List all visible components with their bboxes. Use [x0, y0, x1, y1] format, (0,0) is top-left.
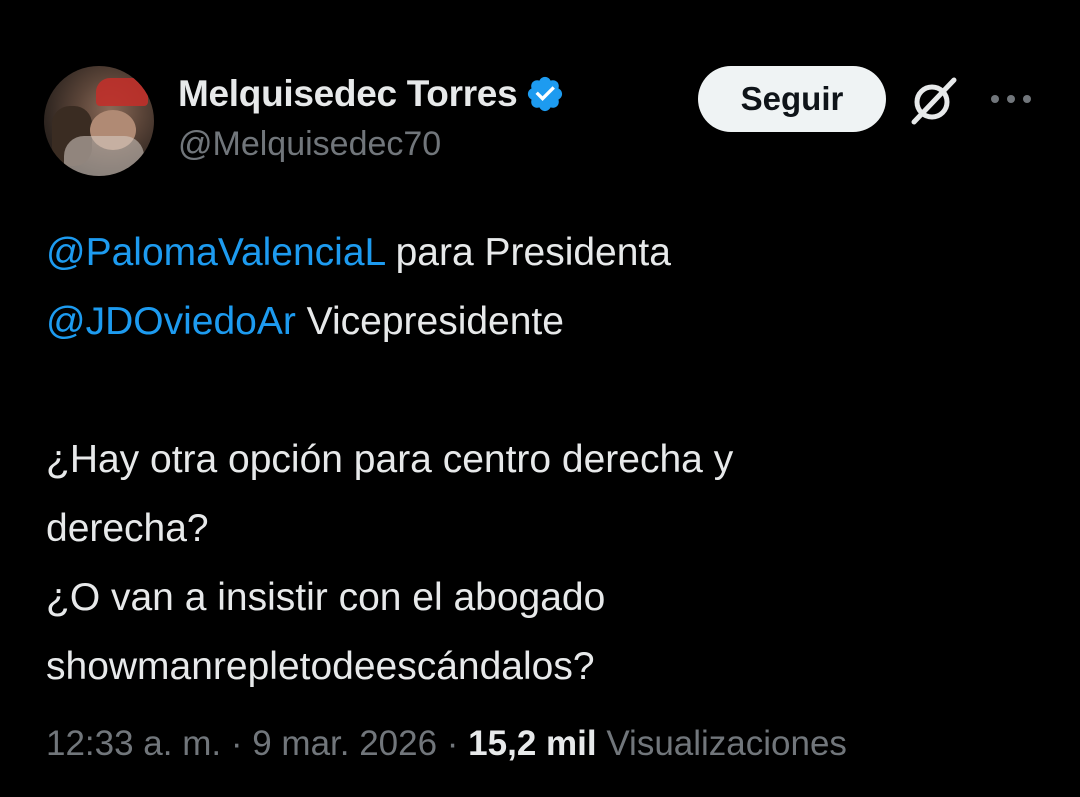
tweet-line-2: @JDOviedoAr Vicepresidente [46, 287, 1046, 356]
meta-separator: · [437, 724, 469, 763]
author-display-name[interactable]: Melquisedec Torres [178, 73, 518, 115]
grok-icon[interactable] [906, 72, 962, 128]
views-count: 15,2 mil [468, 724, 597, 763]
tweet-line-5: ¿O van a insistir con el abogado [46, 576, 606, 619]
tweet-card: Melquisedec Torres @Melquisedec70 Seguir… [0, 0, 1080, 797]
views-label: Visualizaciones [606, 724, 847, 763]
avatar[interactable] [44, 66, 154, 176]
tweet-line-4: derecha? [46, 507, 209, 550]
tweet-time[interactable]: 12:33 a. m. [46, 724, 221, 763]
more-options-icon[interactable] [986, 84, 1036, 114]
mention-link[interactable]: @PalomaValenciaL [46, 231, 385, 274]
verified-badge-icon [528, 76, 563, 112]
tweet-line-3: ¿Hay otra opción para centro derecha y [46, 438, 734, 481]
author-name-row: Melquisedec Torres [178, 70, 565, 118]
tweet-meta: 12:33 a. m. · 9 mar. 2026 · 15,2 mil Vis… [46, 724, 847, 764]
tweet-line-text: Vicepresidente [295, 300, 564, 343]
tweet-line-1: @PalomaValenciaL para Presidenta [46, 218, 1046, 287]
meta-separator: · [221, 724, 253, 763]
tweet-date[interactable]: 9 mar. 2026 [252, 724, 437, 763]
tweet-line-6: showmanrepletodeescándalos? [46, 645, 595, 688]
tweet-text: @PalomaValenciaL para Presidenta @JDOvie… [46, 218, 1046, 701]
follow-button[interactable]: Seguir [698, 66, 886, 132]
mention-link[interactable]: @JDOviedoAr [46, 300, 296, 343]
author-handle[interactable]: @Melquisedec70 [178, 125, 441, 164]
tweet-line-text: para Presidenta [384, 231, 671, 274]
